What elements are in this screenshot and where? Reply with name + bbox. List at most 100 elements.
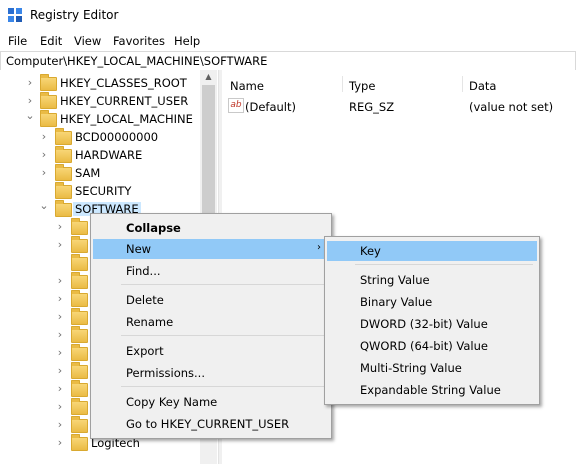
folder-icon (71, 398, 88, 415)
menu-item-label: String Value (360, 273, 430, 287)
submenu-item-expandable-string-value[interactable]: Expandable String Value (327, 380, 537, 400)
expand-chevron-icon[interactable]: › (38, 128, 50, 146)
expand-chevron-icon[interactable]: › (54, 416, 66, 434)
expand-chevron-icon[interactable]: › (54, 290, 66, 308)
menu-favorites[interactable]: Favorites (113, 34, 165, 48)
tree-item-label: HKEY_LOCAL_MACHINE (60, 112, 193, 126)
tree-item-bcd00000000[interactable]: › BCD00000000 (0, 128, 200, 146)
column-divider[interactable] (462, 76, 463, 92)
folder-icon (71, 362, 88, 379)
menu-item-label: Multi-String Value (360, 361, 462, 375)
value-type: REG_SZ (349, 100, 395, 114)
menu-item-permissions[interactable]: Permissions... (93, 363, 329, 383)
collapse-chevron-icon[interactable]: ⌄ (38, 197, 50, 215)
menu-item-collapse[interactable]: Collapse (93, 218, 329, 238)
tree-item-hkey-local-machine[interactable]: ⌄ HKEY_LOCAL_MACHINE (0, 107, 200, 128)
submenu-item-key[interactable]: Key (327, 241, 537, 261)
tree-item-sam[interactable]: › SAM (0, 164, 200, 182)
column-header-name[interactable]: Name (230, 79, 264, 93)
expand-chevron-icon[interactable]: › (54, 398, 66, 416)
expand-chevron-icon[interactable]: › (54, 272, 66, 290)
tree-item-child[interactable]: › (0, 236, 100, 254)
menu-item-export[interactable]: Export (93, 341, 329, 361)
submenu-item-multi-string-value[interactable]: Multi-String Value (327, 358, 537, 378)
tree-item-child[interactable]: › (0, 362, 100, 380)
collapse-chevron-icon[interactable]: ⌄ (24, 107, 36, 125)
submenu-arrow-icon: › (317, 242, 321, 253)
expand-chevron-icon[interactable]: › (54, 380, 66, 398)
column-header-data[interactable]: Data (469, 79, 496, 93)
menu-item-label: Expandable String Value (360, 383, 501, 397)
menu-item-label: Binary Value (360, 295, 433, 309)
address-path[interactable]: Computer\HKEY_LOCAL_MACHINE\SOFTWARE (6, 54, 267, 68)
folder-icon (71, 308, 88, 325)
registry-editor-icon (8, 8, 22, 22)
expand-chevron-icon[interactable]: › (54, 362, 66, 380)
menu-item-new[interactable]: New › (93, 239, 329, 259)
menu-item-label: Go to HKEY_CURRENT_USER (126, 417, 290, 431)
expand-chevron-icon[interactable]: › (38, 164, 50, 182)
folder-icon (55, 146, 72, 163)
menu-item-delete[interactable]: Delete (93, 290, 329, 310)
tree-item-child[interactable]: › (0, 272, 100, 290)
tree-item-label: SECURITY (75, 184, 132, 198)
address-bar[interactable]: Computer\HKEY_LOCAL_MACHINE\SOFTWARE (0, 51, 576, 71)
folder-open-icon (55, 200, 72, 217)
menu-item-label: Copy Key Name (126, 395, 218, 409)
tree-item-label: BCD00000000 (75, 130, 159, 144)
tree-item-child[interactable]: › (0, 308, 100, 326)
menu-edit[interactable]: Edit (40, 34, 62, 48)
menu-view[interactable]: View (74, 34, 101, 48)
tree-item-hkey-classes-root[interactable]: › HKEY_CLASSES_ROOT (0, 74, 200, 92)
expand-chevron-icon[interactable]: › (54, 308, 66, 326)
menu-item-label: Key (360, 244, 381, 258)
submenu-item-dword-value[interactable]: DWORD (32-bit) Value (327, 314, 537, 334)
expand-chevron-icon[interactable]: › (54, 236, 66, 254)
tree-scrollbar-thumb[interactable] (202, 85, 215, 220)
menu-item-find[interactable]: Find... (93, 261, 329, 281)
menu-item-copy-key-name[interactable]: Copy Key Name (93, 392, 329, 412)
expand-chevron-icon[interactable]: › (54, 434, 66, 452)
tree-item-child[interactable]: › (0, 218, 100, 236)
menu-separator (121, 284, 325, 285)
folder-icon (71, 434, 88, 451)
scroll-up-arrow-icon[interactable]: ▲ (200, 70, 217, 84)
tree-item-security[interactable]: SECURITY (0, 182, 200, 200)
submenu-item-qword-value[interactable]: QWORD (64-bit) Value (327, 336, 537, 356)
tree-item-label: HKEY_CLASSES_ROOT (60, 76, 187, 90)
tree-item-child[interactable]: › (0, 416, 100, 434)
tree-item-child[interactable]: › (0, 344, 100, 362)
menu-item-label: New (126, 242, 152, 256)
menu-item-label: DWORD (32-bit) Value (360, 317, 488, 331)
menu-file[interactable]: File (8, 34, 27, 48)
menu-item-rename[interactable]: Rename (93, 312, 329, 332)
column-header-type[interactable]: Type (349, 79, 375, 93)
tree-item-hardware[interactable]: › HARDWARE (0, 146, 200, 164)
expand-chevron-icon[interactable]: › (54, 218, 66, 236)
expand-chevron-icon[interactable]: › (54, 326, 66, 344)
folder-icon (71, 290, 88, 307)
folder-icon (71, 254, 88, 271)
expand-chevron-icon[interactable]: › (38, 146, 50, 164)
expand-chevron-icon[interactable]: › (54, 344, 66, 362)
string-value-icon: ab (228, 98, 244, 113)
menu-item-label: QWORD (64-bit) Value (360, 339, 488, 353)
expand-chevron-icon[interactable]: › (24, 74, 36, 92)
submenu-item-binary-value[interactable]: Binary Value (327, 292, 537, 312)
folder-icon (71, 218, 88, 235)
folder-icon (71, 326, 88, 343)
submenu-item-string-value[interactable]: String Value (327, 270, 537, 290)
tree-item-child[interactable]: › (0, 326, 100, 344)
menu-item-label: Delete (126, 293, 164, 307)
title-bar: Registry Editor (0, 0, 576, 30)
tree-item-child[interactable]: › (0, 290, 100, 308)
tree-item-child[interactable]: › (0, 380, 100, 398)
value-name[interactable]: (Default) (245, 100, 296, 114)
menu-item-goto-hkcu[interactable]: Go to HKEY_CURRENT_USER (93, 414, 329, 434)
tree-item-child[interactable] (0, 254, 100, 272)
folder-icon (71, 272, 88, 289)
tree-item-child[interactable]: › (0, 398, 100, 416)
menu-help[interactable]: Help (174, 34, 200, 48)
menu-item-label: Export (126, 344, 164, 358)
column-divider[interactable] (342, 76, 343, 92)
